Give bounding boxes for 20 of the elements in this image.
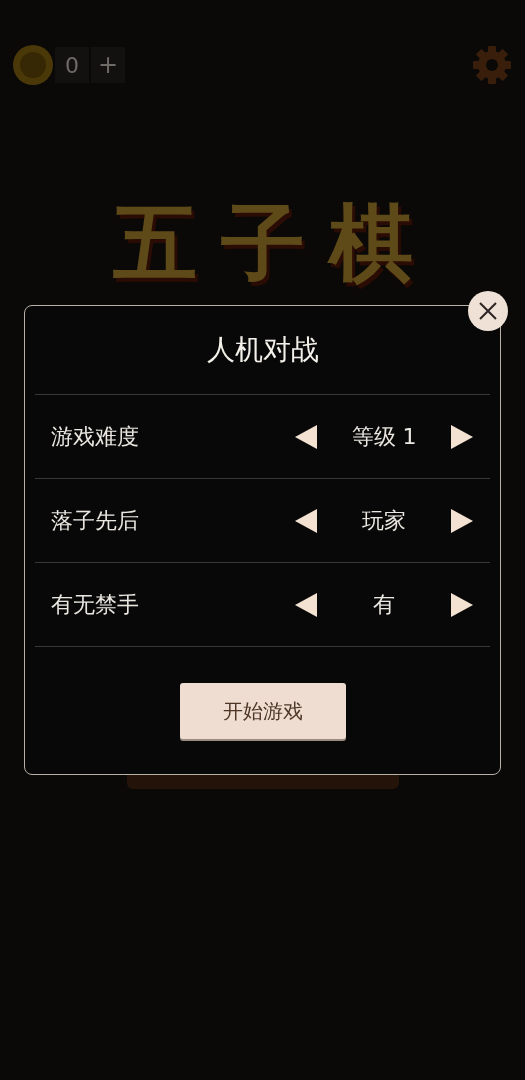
next-arrow[interactable] — [451, 508, 473, 533]
setting-label: 有无禁手 — [50, 590, 139, 619]
setting-label: 游戏难度 — [50, 422, 139, 451]
next-arrow[interactable] — [451, 424, 473, 449]
close-icon — [479, 302, 497, 320]
setting-label: 落子先后 — [50, 506, 139, 535]
previous-arrow[interactable] — [295, 508, 317, 533]
setting-value: 等级 1 — [350, 422, 418, 451]
dialog-title: 人机对战 — [206, 332, 319, 368]
coin-icon — [13, 45, 53, 85]
next-arrow[interactable] — [451, 592, 473, 617]
previous-arrow[interactable] — [295, 424, 317, 449]
game-logo: 五子棋 — [111, 193, 437, 293]
setting-value: 有 — [372, 590, 396, 619]
add-button[interactable]: + — [91, 47, 125, 83]
coin-count: 0 — [55, 47, 89, 83]
start-button[interactable]: 开始游戏 — [179, 683, 346, 739]
previous-arrow[interactable] — [295, 592, 317, 617]
close-button[interactable] — [468, 291, 508, 331]
setting-value: 玩家 — [361, 506, 407, 535]
